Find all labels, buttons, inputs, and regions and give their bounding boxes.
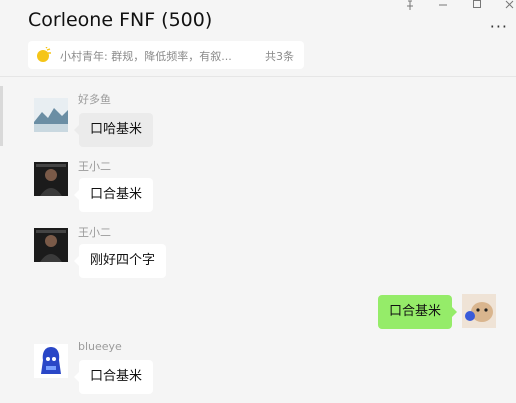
avatar[interactable] xyxy=(34,162,68,196)
sender-name: 王小二 xyxy=(78,226,111,239)
avatar[interactable] xyxy=(34,344,68,378)
maximize-icon[interactable] xyxy=(472,0,482,11)
message-bubble[interactable]: 刚好四个字 xyxy=(73,244,167,278)
announcement-icon xyxy=(36,46,52,63)
message-bubble[interactable]: 口合基米 xyxy=(73,360,154,394)
message-bubble[interactable]: 口哈基米 xyxy=(73,113,154,147)
chat-header: Corleone FNF (500) ··· 小村青年: 群规，降低频率，有叙.… xyxy=(0,0,516,77)
more-icon[interactable]: ··· xyxy=(490,17,508,36)
sender-name: 王小二 xyxy=(78,160,111,173)
notice-count[interactable]: 共3条 xyxy=(265,48,294,64)
avatar[interactable] xyxy=(34,98,68,132)
sender-name: blueeye xyxy=(78,340,122,353)
message-bubble[interactable]: 口合基米 xyxy=(73,178,154,212)
avatar[interactable] xyxy=(462,294,496,328)
pin-icon[interactable] xyxy=(405,0,415,11)
chat-title[interactable]: Corleone FNF (500) xyxy=(28,9,212,31)
close-icon[interactable] xyxy=(505,0,515,11)
message-bubble[interactable]: 口合基米 xyxy=(377,295,458,329)
message-list: 好多鱼 口哈基米 王小二 口合基米 王小二 刚好四个字 口合基米 blueeye… xyxy=(0,76,516,403)
group-notice-bar[interactable]: 小村青年: 群规，降低频率，有叙... 共3条 xyxy=(28,41,304,69)
sender-name: 好多鱼 xyxy=(78,93,111,106)
avatar[interactable] xyxy=(34,228,68,262)
notice-text: 小村青年: 群规，降低频率，有叙... xyxy=(60,50,232,63)
minimize-icon[interactable] xyxy=(438,0,448,11)
